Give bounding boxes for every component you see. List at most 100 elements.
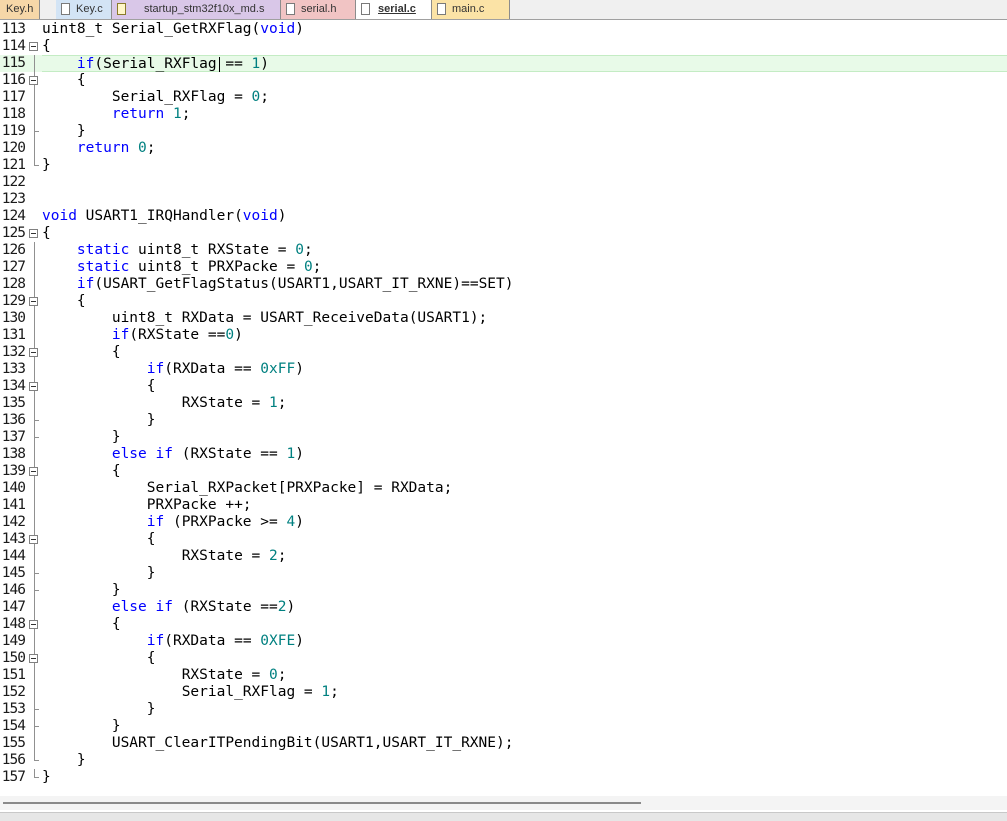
code-line[interactable]: 120 return 0; — [0, 140, 1007, 157]
code-text: if(USART_GetFlagStatus(USART1,USART_IT_R… — [76, 276, 514, 292]
line-number: 126 — [1, 242, 26, 258]
fold-gutter — [26, 191, 40, 208]
line-number: 155 — [1, 735, 26, 751]
fold-toggle-icon[interactable] — [29, 229, 38, 238]
tab-serial-h[interactable]: serial.h — [281, 0, 356, 19]
code-line[interactable]: 114 { — [0, 38, 1007, 55]
code-line[interactable]: 125 { — [0, 225, 1007, 242]
code-line[interactable]: 144 RXState = 2; — [0, 548, 1007, 565]
fold-gutter — [26, 89, 40, 106]
code-line[interactable]: 154 } — [0, 718, 1007, 735]
line-number: 152 — [1, 684, 26, 700]
line-number: 120 — [1, 140, 26, 156]
code-text: } — [42, 582, 121, 598]
code-line[interactable]: 152 Serial_RXFlag = 1; — [0, 684, 1007, 701]
line-number: 123 — [1, 191, 26, 207]
code-text: } — [42, 701, 156, 717]
fold-gutter — [26, 378, 40, 395]
code-line[interactable]: 145 } — [0, 565, 1007, 582]
code-text: RXState = 1; — [181, 395, 287, 411]
code-line[interactable]: 155 USART_ClearITPendingBit(USART1,USART… — [0, 735, 1007, 752]
code-line[interactable]: 150 { — [0, 650, 1007, 667]
code-text: { — [42, 463, 121, 479]
c-file-icon — [437, 3, 446, 15]
code-line[interactable]: 141 PRXPacke ++; — [0, 497, 1007, 514]
fold-gutter — [26, 446, 40, 463]
code-line[interactable]: 131 if(RXState ==0) — [0, 327, 1007, 344]
code-line[interactable]: 147 else if (RXState ==2) — [0, 599, 1007, 616]
line-number: 140 — [1, 480, 26, 496]
code-line[interactable]: 146 } — [0, 582, 1007, 599]
scrollbar-thumb[interactable] — [3, 802, 641, 804]
line-number: 142 — [1, 514, 26, 530]
tab-main-c[interactable]: main.c — [432, 0, 510, 19]
code-text: } — [42, 429, 121, 445]
code-line[interactable]: 142 if (PRXPacke >= 4) — [0, 514, 1007, 531]
horizontal-scrollbar[interactable] — [0, 796, 1007, 810]
code-line[interactable]: 128 if(USART_GetFlagStatus(USART1,USART_… — [0, 276, 1007, 293]
code-line[interactable]: 139 { — [0, 463, 1007, 480]
code-line[interactable]: 121} — [0, 157, 1007, 174]
line-number: 129 — [1, 293, 26, 309]
tab-serial-c[interactable]: serial.c — [356, 0, 432, 19]
code-line[interactable]: 153 } — [0, 701, 1007, 718]
code-line[interactable]: 123 — [0, 191, 1007, 208]
code-line[interactable]: 134 { — [0, 378, 1007, 395]
tab-key-c[interactable]: Key.c — [56, 0, 112, 19]
code-line[interactable]: 138 else if (RXState == 1) — [0, 446, 1007, 463]
tab-label: Key.c — [76, 3, 103, 15]
fold-gutter — [26, 769, 40, 786]
line-number: 119 — [1, 123, 26, 139]
code-line[interactable]: 127 static uint8_t PRXPacke = 0; — [0, 259, 1007, 276]
fold-gutter — [26, 174, 40, 191]
fold-toggle-icon[interactable] — [29, 42, 38, 51]
code-line[interactable]: 133 if(RXData == 0xFF) — [0, 361, 1007, 378]
asm-file-icon — [117, 3, 126, 15]
code-line[interactable]: 116 { — [0, 72, 1007, 89]
line-number: 156 — [1, 752, 26, 768]
code-line[interactable]: 118 return 1; — [0, 106, 1007, 123]
code-text: { — [42, 650, 156, 666]
code-line[interactable]: 135 RXState = 1; — [0, 395, 1007, 412]
code-line[interactable]: 148 { — [0, 616, 1007, 633]
code-line[interactable]: 149 if(RXData == 0XFE) — [0, 633, 1007, 650]
code-line[interactable]: 115 if(Serial_RXFlag == 1) — [0, 55, 1007, 72]
code-editor[interactable]: 113 uint8_t Serial_GetRXFlag(void) 114 {115… — [0, 21, 1007, 796]
code-line[interactable]: 156 } — [0, 752, 1007, 769]
fold-toggle-icon[interactable] — [29, 382, 38, 391]
code-line[interactable]: 119 } — [0, 123, 1007, 140]
fold-gutter — [26, 361, 40, 378]
fold-toggle-icon[interactable] — [29, 654, 38, 663]
line-number: 127 — [1, 259, 26, 275]
code-text: { — [42, 225, 51, 241]
code-line[interactable]: 157} — [0, 769, 1007, 786]
fold-toggle-icon[interactable] — [29, 467, 38, 476]
code-line[interactable]: 124 void USART1_IRQHandler(void) — [0, 208, 1007, 225]
fold-toggle-icon[interactable] — [29, 297, 38, 306]
code-text: if(RXState ==0) — [111, 327, 243, 343]
code-line[interactable]: 126 static uint8_t RXState = 0; — [0, 242, 1007, 259]
fold-gutter — [26, 38, 40, 55]
code-line[interactable]: 122 — [0, 174, 1007, 191]
fold-toggle-icon[interactable] — [29, 620, 38, 629]
code-line[interactable]: 132 { — [0, 344, 1007, 361]
code-line[interactable]: 129 { — [0, 293, 1007, 310]
code-line[interactable]: 140 Serial_RXPacket[PRXPacke] = RXData; — [0, 480, 1007, 497]
code-text: } — [42, 565, 156, 581]
line-number: 116 — [1, 72, 26, 88]
code-text: Serial_RXFlag = 1; — [181, 684, 339, 700]
code-line[interactable]: 136 } — [0, 412, 1007, 429]
code-line[interactable]: 113 uint8_t Serial_GetRXFlag(void) — [0, 21, 1007, 38]
fold-toggle-icon[interactable] — [29, 535, 38, 544]
code-line[interactable]: 137 } — [0, 429, 1007, 446]
code-line[interactable]: 117 Serial_RXFlag = 0; — [0, 89, 1007, 106]
tab-key-h[interactable]: Key.h — [0, 0, 40, 19]
fold-toggle-icon[interactable] — [29, 76, 38, 85]
fold-toggle-icon[interactable] — [29, 348, 38, 357]
code-line[interactable]: 151 RXState = 0; — [0, 667, 1007, 684]
tab-startup-stm32f10x-md-s[interactable]: startup_stm32f10x_md.s — [112, 0, 281, 19]
code-line[interactable]: 143 { — [0, 531, 1007, 548]
fold-gutter — [26, 276, 40, 293]
code-line[interactable]: 130 uint8_t RXData = USART_ReceiveData(U… — [0, 310, 1007, 327]
line-number: 118 — [1, 106, 26, 122]
